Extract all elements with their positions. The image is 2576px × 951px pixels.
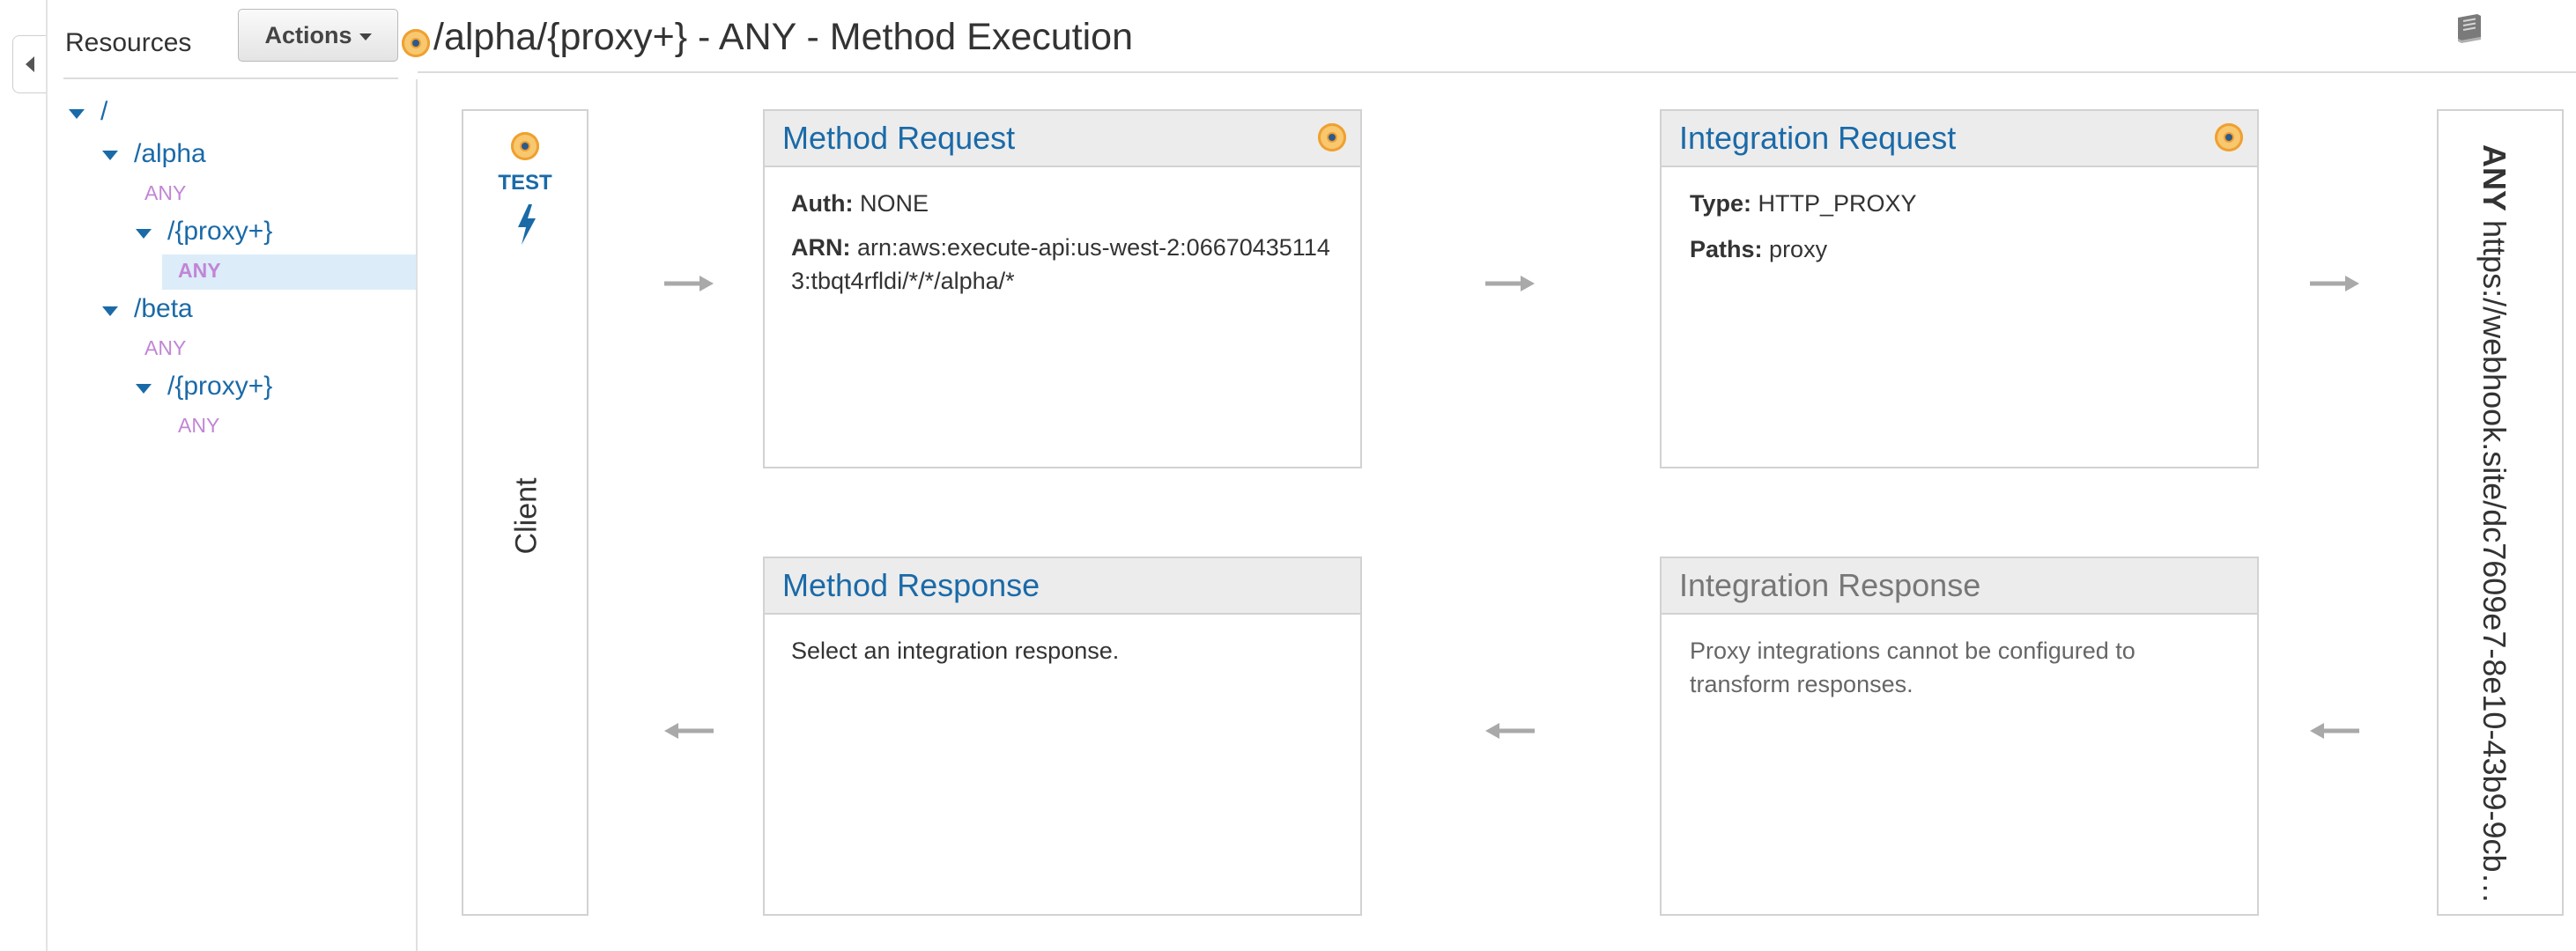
integration-response-body: Proxy integrations cannot be configured … — [1690, 638, 2136, 697]
tree-item-alpha-proxy-any[interactable]: ANY — [178, 259, 221, 283]
arrow-right-icon — [2310, 276, 2359, 291]
integration-request-panel: Integration Request Type: HTTP_PROXY Pat… — [1660, 109, 2259, 468]
tree-item-beta-any[interactable]: ANY — [144, 336, 186, 360]
arrow-left-icon — [2310, 723, 2359, 739]
status-dot-icon — [2215, 123, 2243, 151]
actions-button[interactable]: Actions — [238, 9, 398, 62]
status-dot-icon — [511, 132, 539, 160]
tree-expand-beta-proxy-icon[interactable] — [136, 384, 152, 394]
endpoint-url[interactable]: https://webhook.site/dc7609e7-8e10-43b9-… — [2476, 220, 2513, 904]
status-dot-icon — [1318, 123, 1346, 151]
tree-expand-root-icon[interactable] — [69, 109, 85, 119]
paths-value: proxy — [1769, 236, 1828, 262]
paths-row: Paths: proxy — [1690, 232, 2239, 266]
status-dot-icon — [402, 29, 430, 57]
integration-response-title: Integration Response — [1662, 558, 2257, 615]
paths-label: Paths: — [1690, 236, 1763, 262]
endpoint-method: ANY — [2476, 144, 2513, 212]
client-panel: TEST Client — [462, 109, 588, 916]
book-icon[interactable] — [2451, 12, 2486, 44]
arrow-left-icon — [1485, 723, 1535, 739]
title-divider — [418, 71, 2576, 73]
arrow-right-icon — [664, 276, 714, 291]
tree-item-root[interactable]: / — [100, 97, 107, 127]
tree-item-alpha[interactable]: /alpha — [134, 139, 206, 169]
integration-response-panel: Integration Response Proxy integrations … — [1660, 557, 2259, 916]
collapse-sidebar-button[interactable] — [12, 35, 46, 93]
arn-row: ARN: arn:aws:execute-api:us-west-2:06670… — [791, 231, 1343, 298]
type-row: Type: HTTP_PROXY — [1690, 187, 2239, 220]
type-value: HTTP_PROXY — [1758, 190, 1917, 217]
page-title: /alpha/{proxy+} - ANY - Method Execution — [433, 16, 1133, 58]
tree-item-beta-proxy-any[interactable]: ANY — [178, 414, 219, 438]
method-response-title[interactable]: Method Response — [765, 558, 1360, 615]
method-response-panel: Method Response Select an integration re… — [763, 557, 1362, 916]
tree-expand-alpha-icon[interactable] — [102, 151, 118, 160]
method-request-panel: Method Request Auth: NONE ARN: arn:aws:e… — [763, 109, 1362, 468]
tree-item-alpha-proxy[interactable]: /{proxy+} — [167, 217, 272, 247]
test-link[interactable]: TEST — [463, 171, 587, 195]
arn-label: ARN: — [791, 234, 851, 261]
sidebar-divider — [416, 79, 418, 951]
sidebar-divider-rule — [63, 77, 398, 79]
arn-value: arn:aws:execute-api:us-west-2:0667043511… — [791, 234, 1330, 294]
lightning-icon[interactable] — [513, 203, 541, 247]
client-label: Client — [509, 477, 544, 555]
auth-row: Auth: NONE — [791, 187, 1343, 220]
sidebar-border — [46, 0, 48, 951]
endpoint-text: ANY https://webhook.site/dc7609e7-8e10-4… — [2476, 144, 2513, 904]
endpoint-panel: ANY https://webhook.site/dc7609e7-8e10-4… — [2437, 109, 2564, 916]
arrow-right-icon — [1485, 276, 1535, 291]
type-label: Type: — [1690, 190, 1752, 217]
caret-down-icon — [359, 33, 372, 41]
tree-expand-beta-icon[interactable] — [102, 306, 118, 316]
actions-label: Actions — [264, 21, 352, 48]
method-response-body: Select an integration response. — [791, 638, 1120, 664]
auth-value: NONE — [859, 190, 929, 217]
arrow-left-icon — [664, 723, 714, 739]
auth-label: Auth: — [791, 190, 854, 217]
tree-item-alpha-any[interactable]: ANY — [144, 181, 186, 205]
integration-request-body: Type: HTTP_PROXY Paths: proxy — [1690, 187, 2239, 266]
tree-expand-alpha-proxy-icon[interactable] — [136, 229, 152, 239]
tree-item-beta-proxy[interactable]: /{proxy+} — [167, 372, 272, 402]
method-request-title[interactable]: Method Request — [765, 111, 1360, 167]
resources-heading: Resources — [65, 28, 192, 57]
method-request-body: Auth: NONE ARN: arn:aws:execute-api:us-w… — [791, 187, 1343, 298]
collapse-left-icon — [25, 56, 34, 72]
integration-request-title[interactable]: Integration Request — [1662, 111, 2257, 167]
tree-item-beta[interactable]: /beta — [134, 294, 193, 324]
